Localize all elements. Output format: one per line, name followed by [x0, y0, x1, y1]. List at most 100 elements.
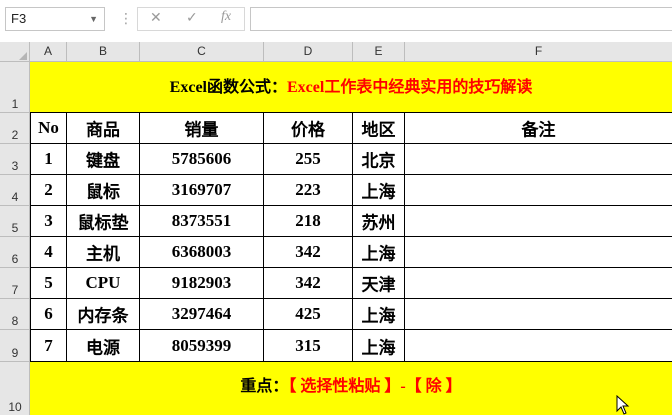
name-box-value: F3: [11, 11, 27, 26]
cell-value: 价格: [291, 120, 325, 140]
cell-value: 3: [44, 211, 53, 230]
row-6-remark[interactable]: [405, 299, 672, 330]
row-6-product[interactable]: 内存条: [67, 299, 140, 330]
row-header[interactable]: 9: [0, 330, 30, 362]
cell-value: 上海: [361, 182, 396, 202]
row-7-sales[interactable]: 8059399: [140, 330, 264, 362]
cell-value: 上海: [361, 338, 396, 357]
row-4-price[interactable]: 342: [264, 237, 353, 268]
row-7-price[interactable]: 315: [264, 330, 353, 362]
row-1-region[interactable]: 北京: [353, 144, 405, 175]
row-4-region[interactable]: 上海: [353, 237, 405, 268]
cell-value: 苏州: [361, 213, 396, 233]
cell-value: 备注: [521, 120, 556, 140]
row-1-product[interactable]: 键盘: [67, 144, 140, 175]
row-6-region[interactable]: 上海: [353, 299, 405, 330]
column-header-a[interactable]: A: [30, 42, 67, 62]
row-4-product[interactable]: 主机: [67, 237, 140, 268]
cell-value: 315: [295, 335, 321, 355]
column-header-e[interactable]: E: [353, 42, 405, 62]
row-1-sales[interactable]: 5785606: [140, 144, 264, 175]
row-4-sales[interactable]: 6368003: [140, 237, 264, 268]
cell-value: 北京: [361, 151, 396, 171]
row-6-price[interactable]: 425: [264, 299, 353, 330]
row-header[interactable]: 4: [0, 175, 30, 206]
row-5-no[interactable]: 5: [30, 268, 67, 299]
row-header[interactable]: 3: [0, 144, 30, 175]
column-header-f[interactable]: F: [405, 42, 672, 62]
row-3-remark[interactable]: [405, 206, 672, 237]
footer-note[interactable]: 重点：【 选择性粘贴 】-【 除 】: [30, 362, 672, 415]
row-5-product[interactable]: CPU: [67, 268, 140, 299]
row-7-region[interactable]: 上海: [353, 330, 405, 362]
worksheet: Excel函数公式：Excel工作表中经典实用的技巧解读 No 商品 销量 价格 地区 备…: [30, 62, 672, 415]
cell-value: 3297464: [171, 304, 232, 323]
header-cell-sales[interactable]: 销量: [140, 113, 264, 144]
column-header-d[interactable]: D: [264, 42, 353, 62]
cell-value: 键盘: [86, 151, 120, 171]
cell-value: 6368003: [171, 242, 232, 261]
row-7-product[interactable]: 电源: [67, 330, 140, 362]
header-cell-price[interactable]: 价格: [264, 113, 353, 144]
more-options-icon[interactable]: ⋮: [119, 10, 133, 27]
formula-input[interactable]: [250, 7, 672, 31]
sheet-title[interactable]: Excel函数公式：Excel工作表中经典实用的技巧解读: [30, 62, 672, 113]
row-header[interactable]: 1: [0, 62, 30, 113]
row-7-remark[interactable]: [405, 330, 672, 362]
cancel-icon[interactable]: ✕: [150, 9, 162, 26]
cell-value: 天津: [361, 275, 396, 295]
cell-value: 1: [44, 149, 53, 168]
row-7-no[interactable]: 7: [30, 330, 67, 362]
cell-value: 4: [44, 242, 53, 261]
row-2-no[interactable]: 2: [30, 175, 67, 206]
cell-value: 鼠标垫: [77, 213, 129, 233]
row-1-remark[interactable]: [405, 144, 672, 175]
column-header-c[interactable]: C: [140, 42, 264, 62]
cell-value: 218: [295, 211, 321, 230]
row-5-sales[interactable]: 9182903: [140, 268, 264, 299]
row-3-product[interactable]: 鼠标垫: [67, 206, 140, 237]
cell-value: 6: [44, 304, 53, 323]
row-3-sales[interactable]: 8373551: [140, 206, 264, 237]
cell-value: 电源: [86, 338, 120, 357]
header-cell-product[interactable]: 商品: [67, 113, 140, 144]
row-2-region[interactable]: 上海: [353, 175, 405, 206]
cell-value: 主机: [86, 244, 120, 264]
chevron-down-icon[interactable]: ▼: [89, 8, 98, 30]
row-1-price[interactable]: 255: [264, 144, 353, 175]
header-cell-region[interactable]: 地区: [353, 113, 405, 144]
row-4-no[interactable]: 4: [30, 237, 67, 268]
row-header[interactable]: 2: [0, 113, 30, 144]
row-header[interactable]: 8: [0, 299, 30, 330]
name-box[interactable]: F3 ▼: [5, 7, 105, 31]
row-2-product[interactable]: 鼠标: [67, 175, 140, 206]
row-1-no[interactable]: 1: [30, 144, 67, 175]
row-header[interactable]: 7: [0, 268, 30, 299]
confirm-icon[interactable]: ✓: [186, 9, 198, 26]
row-3-region[interactable]: 苏州: [353, 206, 405, 237]
row-2-remark[interactable]: [405, 175, 672, 206]
row-2-sales[interactable]: 3169707: [140, 175, 264, 206]
cell-value: 上海: [361, 244, 396, 264]
row-3-no[interactable]: 3: [30, 206, 67, 237]
cell-value: No: [38, 118, 59, 137]
row-5-price[interactable]: 342: [264, 268, 353, 299]
column-header-b[interactable]: B: [67, 42, 140, 62]
select-all-button[interactable]: [0, 42, 30, 62]
formula-buttons: ✕ ✓ fx: [137, 7, 245, 31]
insert-function-icon[interactable]: fx: [221, 9, 231, 25]
header-cell-no[interactable]: No: [30, 113, 67, 144]
row-6-no[interactable]: 6: [30, 299, 67, 330]
row-2-price[interactable]: 223: [264, 175, 353, 206]
cell-value: 8373551: [171, 211, 232, 230]
row-6-sales[interactable]: 3297464: [140, 299, 264, 330]
row-3-price[interactable]: 218: [264, 206, 353, 237]
cell-value: 8059399: [171, 335, 232, 355]
row-5-region[interactable]: 天津: [353, 268, 405, 299]
row-4-remark[interactable]: [405, 237, 672, 268]
row-header[interactable]: 5: [0, 206, 30, 237]
row-5-remark[interactable]: [405, 268, 672, 299]
row-header[interactable]: 10: [0, 362, 30, 415]
header-cell-remark[interactable]: 备注: [405, 113, 672, 144]
row-header[interactable]: 6: [0, 237, 30, 268]
